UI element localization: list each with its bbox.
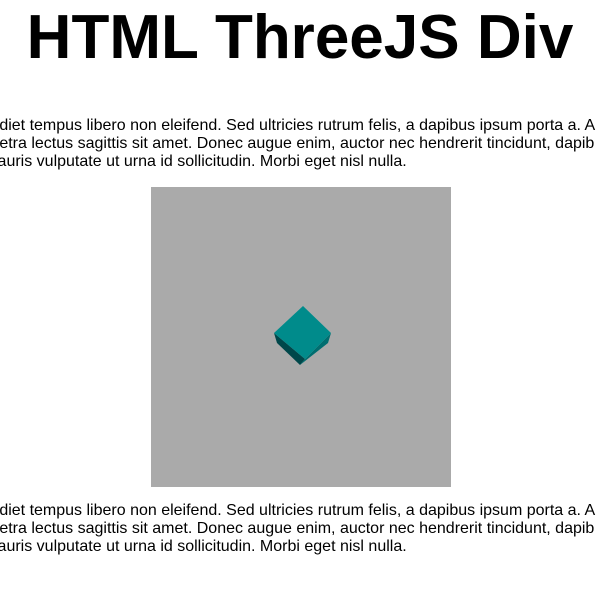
paragraph-top-line-3: lauris vulputate ut urna id sollicitudin… (0, 153, 407, 170)
paragraph-bottom-line-1: rdiet tempus libero non eleifend. Sed ul… (0, 502, 596, 519)
cube-top-face (274, 306, 331, 359)
threejs-viewport[interactable] (151, 187, 451, 487)
paragraph-top-line-2: retra lectus sagittis sit amet. Donec au… (0, 135, 595, 152)
paragraph-bottom-line-3: lauris vulputate ut urna id sollicitudin… (0, 538, 407, 555)
paragraph-top: rdiet tempus libero non eleifend. Sed ul… (0, 117, 600, 171)
threejs-canvas (274, 306, 331, 365)
paragraph-top-line-1: rdiet tempus libero non eleifend. Sed ul… (0, 117, 596, 134)
paragraph-bottom-line-2: retra lectus sagittis sit amet. Donec au… (0, 520, 595, 537)
page-title: HTML ThreeJS Div (26, 3, 574, 72)
page: HTML ThreeJS Div rdiet tempus libero non… (0, 0, 600, 600)
paragraph-bottom: rdiet tempus libero non eleifend. Sed ul… (0, 502, 600, 556)
